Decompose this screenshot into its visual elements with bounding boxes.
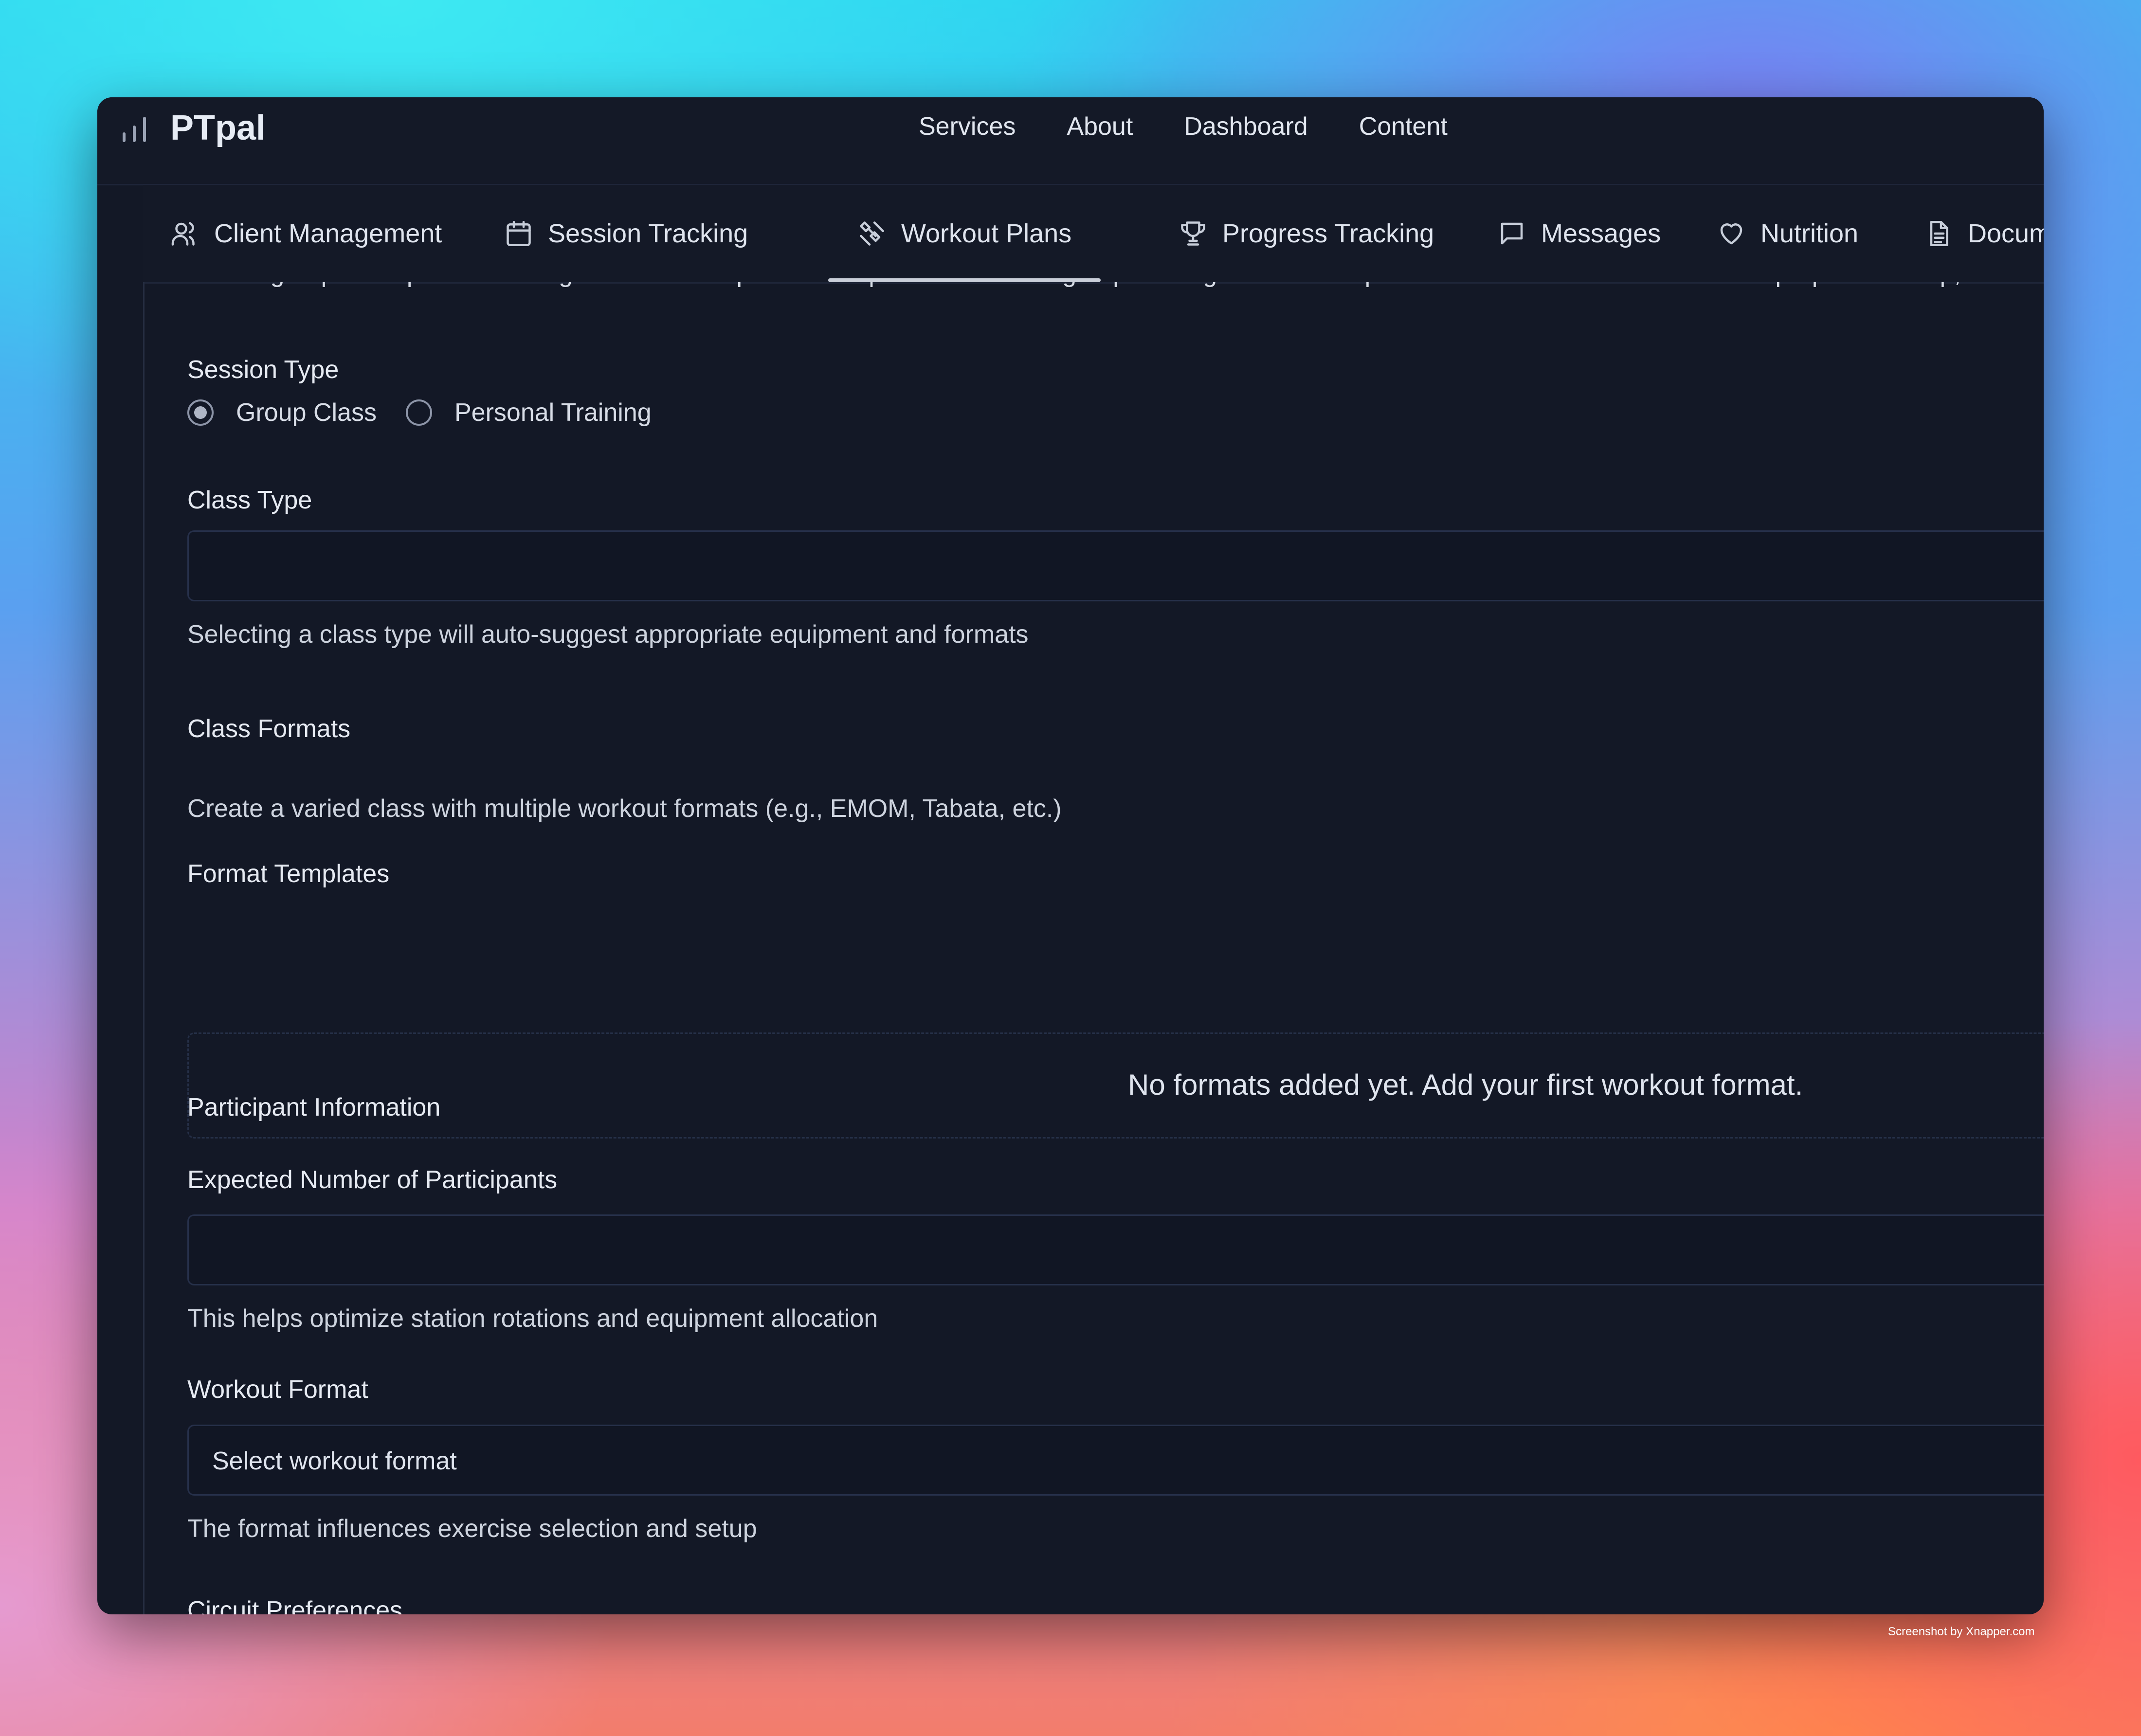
users-icon	[171, 222, 195, 246]
format-templates-label: Format Templates	[187, 860, 390, 888]
workout-plan-form: Create group class plans following Coach…	[187, 282, 2044, 1614]
document-icon	[1930, 221, 1948, 246]
workout-icon	[860, 221, 884, 246]
heart-icon	[1720, 223, 1742, 245]
tab-session-tracking[interactable]: Session Tracking	[504, 185, 748, 282]
class-type-input[interactable]	[187, 530, 2044, 601]
calendar-icon	[507, 221, 531, 246]
class-type-help: Selecting a class type will auto-suggest…	[187, 620, 1029, 649]
top-bar: PTpal Services About Dashboard Content	[97, 97, 2044, 185]
participant-information-heading: Participant Information	[187, 1093, 441, 1121]
nav-link-dashboard[interactable]: Dashboard	[1184, 112, 1307, 141]
feature-tab-bar: Client Management Session Tracking Worko…	[143, 185, 2044, 284]
workout-format-help: The format influences exercise selection…	[187, 1515, 757, 1543]
top-nav: Services About Dashboard Content	[919, 112, 1448, 141]
tab-client-management[interactable]: Client Management	[170, 185, 442, 282]
workout-format-selected-value: Select workout format	[212, 1447, 457, 1475]
format-templates-empty-state: No formats added yet. Add your first wor…	[187, 1032, 2044, 1139]
content-left-border	[143, 282, 145, 1614]
tab-progress-tracking[interactable]: Progress Tracking	[1179, 185, 1434, 282]
tab-documents[interactable]: Documents	[1924, 185, 2044, 282]
nav-link-content[interactable]: Content	[1359, 112, 1448, 141]
empty-state-message: No formats added yet. Add your first wor…	[1128, 1068, 1803, 1101]
screenshot-watermark: Screenshot by Xnapper.com	[1888, 1625, 2035, 1638]
class-formats-description: Create a varied class with multiple work…	[187, 795, 1062, 823]
nav-link-about[interactable]: About	[1067, 112, 1133, 141]
radio-personal-training-label[interactable]: Personal Training	[454, 398, 652, 427]
app-window: PTpal Services About Dashboard Content C…	[97, 97, 2044, 1614]
workout-format-label: Workout Format	[187, 1375, 368, 1404]
radio-group-class[interactable]	[187, 399, 214, 426]
message-icon	[1501, 222, 1523, 245]
bar-chart-icon	[123, 117, 146, 142]
session-type-radio-group: Group Class Personal Training	[187, 398, 681, 427]
nav-link-services[interactable]: Services	[919, 112, 1016, 141]
form-intro-text: Create group class plans following Coach…	[187, 282, 1961, 288]
trophy-icon	[1181, 221, 1205, 246]
circuit-preferences-heading: Circuit Preferences	[187, 1596, 403, 1614]
brand-logo[interactable]: PTpal	[170, 108, 266, 148]
expected-participants-help: This helps optimize station rotations an…	[187, 1304, 878, 1333]
workout-format-select[interactable]: Select workout format	[187, 1425, 2044, 1496]
expected-participants-input[interactable]	[187, 1214, 2044, 1285]
radio-group-class-label[interactable]: Group Class	[236, 398, 377, 427]
radio-personal-training[interactable]	[406, 399, 432, 426]
tab-workout-plans[interactable]: Workout Plans	[828, 185, 1101, 282]
session-type-label: Session Type	[187, 356, 339, 384]
class-type-label: Class Type	[187, 486, 312, 514]
tab-nutrition[interactable]: Nutrition	[1717, 185, 1858, 282]
expected-participants-label: Expected Number of Participants	[187, 1166, 558, 1194]
tab-messages[interactable]: Messages	[1497, 185, 1661, 282]
class-formats-heading: Class Formats	[187, 715, 351, 743]
